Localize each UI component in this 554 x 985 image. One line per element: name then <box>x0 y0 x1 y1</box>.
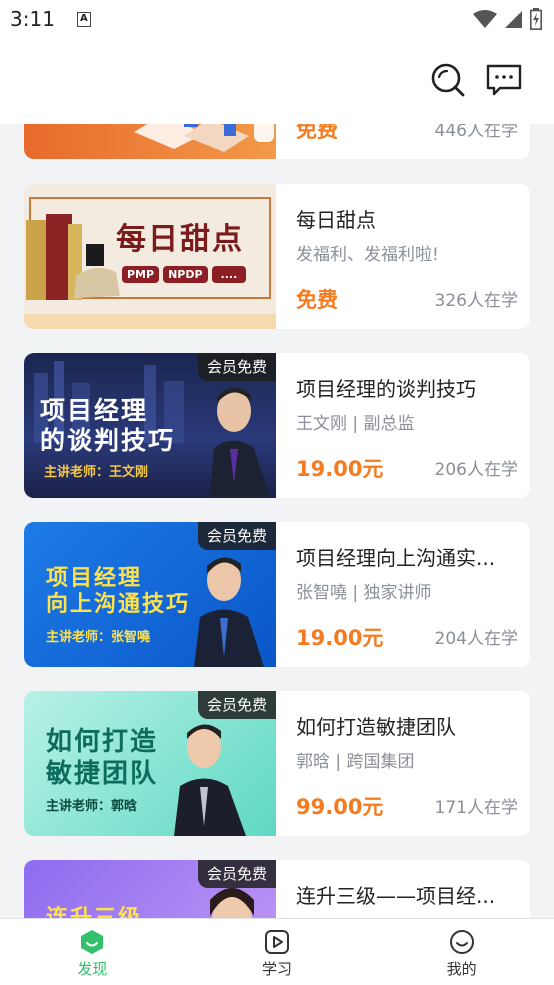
course-subtitle: 张智嘵 | 独家讲师 <box>296 583 432 603</box>
course-title: 每日甜点 <box>296 208 376 232</box>
battery-icon <box>530 8 542 30</box>
tab-learn[interactable]: 学习 <box>185 919 370 985</box>
thumbnail-title-line: 的谈判技巧 <box>40 426 176 455</box>
member-free-badge: 会员免费 <box>197 522 276 550</box>
course-learners: 204人在学 <box>434 629 518 649</box>
sim-icon: A <box>76 11 91 27</box>
course-price: 19.00元 <box>296 626 384 650</box>
course-thumbnail: 会员免费 连升三级 <box>24 860 276 918</box>
course-subtitle: 发福利、发福利啦! <box>296 245 439 265</box>
course-thumbnail: 每日甜点 PMP NPDP .... <box>24 184 276 329</box>
course-thumbnail: 会员免费 如何打造 敏捷团队 主讲老师：郭晗 <box>24 691 276 836</box>
status-time: 3:11 <box>10 7 55 31</box>
thumbnail-tag: NPDP <box>163 266 208 283</box>
course-card[interactable]: 每日甜点 PMP NPDP .... 每日甜点 发福利、发福利啦! 免费 326… <box>24 184 530 329</box>
course-title: 项目经理的谈判技巧 <box>296 377 476 401</box>
course-info: 每日甜点 发福利、发福利啦! 免费 326人在学 <box>296 184 518 329</box>
course-learners: 171人在学 <box>434 798 518 818</box>
thumbnail-title-line: 敏捷团队 <box>46 759 159 789</box>
course-info: 项目经理向上沟通实... 张智嘵 | 独家讲师 19.00元 204人在学 <box>296 522 518 667</box>
play-icon <box>265 930 289 954</box>
thumbnail-title-line: 连升三级 <box>46 900 142 918</box>
thumbnail-tag: .... <box>211 266 247 283</box>
smiley-icon <box>449 930 474 954</box>
message-icon[interactable] <box>486 64 522 96</box>
tab-discover[interactable]: 发现 <box>0 919 185 985</box>
course-title: 项目经理向上沟通实... <box>296 546 496 570</box>
course-info: 项目经理的谈判技巧 王文刚 | 副总监 19.00元 206人在学 <box>296 353 518 498</box>
thumbnail-teacher: 主讲老师：张智嘵 <box>46 630 151 645</box>
member-free-badge: 会员免费 <box>197 353 276 381</box>
top-header <box>0 38 554 124</box>
wifi-icon <box>473 10 497 28</box>
course-thumbnail: 会员免费 项目经理 的谈判技巧 主讲老师：王文刚 <box>24 353 276 498</box>
thumbnail-title: 每日甜点 <box>116 222 244 257</box>
course-card[interactable]: 会员免费 连升三级 连升三级——项目经... <box>24 860 530 918</box>
course-info: 如何打造敏捷团队 郭晗 | 跨国集团 99.00元 171人在学 <box>296 691 518 836</box>
status-bar: 3:11 A <box>0 0 554 38</box>
course-title: 连升三级——项目经... <box>296 884 496 908</box>
thumbnail-teacher: 主讲老师：郭晗 <box>46 799 138 814</box>
course-learners: 206人在学 <box>434 460 518 480</box>
discover-icon <box>81 930 104 954</box>
thumbnail-teacher: 主讲老师：王文刚 <box>44 465 149 480</box>
course-card[interactable]: 会员免费 项目经理 的谈判技巧 主讲老师：王文刚 项目经理的谈判技巧 王文刚 |… <box>24 353 530 498</box>
member-free-badge: 会员免费 <box>197 860 276 888</box>
thumbnail-tags: PMP NPDP .... <box>122 266 247 283</box>
tab-label: 我的 <box>446 960 477 978</box>
course-info: 连升三级——项目经... <box>296 860 518 918</box>
course-thumbnail <box>24 124 276 159</box>
course-learners: 446人在学 <box>434 124 518 141</box>
course-title: 如何打造敏捷团队 <box>296 715 456 739</box>
course-price: 免费 <box>296 124 338 142</box>
course-card[interactable]: 免费 446人在学 <box>24 124 530 159</box>
course-price: 19.00元 <box>296 457 384 481</box>
thumbnail-tag: PMP <box>122 266 160 283</box>
course-subtitle: 王文刚 | 副总监 <box>296 414 415 434</box>
course-card[interactable]: 会员免费 项目经理 向上沟通技巧 主讲老师：张智嘵 项目经理向上沟通实... 张… <box>24 522 530 667</box>
tab-label: 学习 <box>262 960 293 978</box>
course-price: 免费 <box>296 288 338 312</box>
tab-mine[interactable]: 我的 <box>369 919 554 985</box>
course-thumbnail: 会员免费 项目经理 向上沟通技巧 主讲老师：张智嘵 <box>24 522 276 667</box>
course-feed[interactable]: 免费 446人在学 每日甜点 PMP NPDP .... 每日甜点 发福利、发福… <box>0 124 554 918</box>
search-icon[interactable] <box>430 62 466 98</box>
course-learners: 326人在学 <box>434 291 518 311</box>
member-free-badge: 会员免费 <box>197 691 276 719</box>
course-card[interactable]: 会员免费 如何打造 敏捷团队 主讲老师：郭晗 如何打造敏捷团队 郭晗 | 跨国集… <box>24 691 530 836</box>
tab-label: 发现 <box>77 960 108 978</box>
thumbnail-title-line: 向上沟通技巧 <box>46 592 191 617</box>
course-info: 免费 446人在学 <box>296 124 518 159</box>
bottom-tab-bar: 发现 学习 我的 <box>0 918 554 985</box>
signal-icon <box>505 11 522 28</box>
course-subtitle: 郭晗 | 跨国集团 <box>296 752 415 772</box>
course-price: 99.00元 <box>296 795 384 819</box>
